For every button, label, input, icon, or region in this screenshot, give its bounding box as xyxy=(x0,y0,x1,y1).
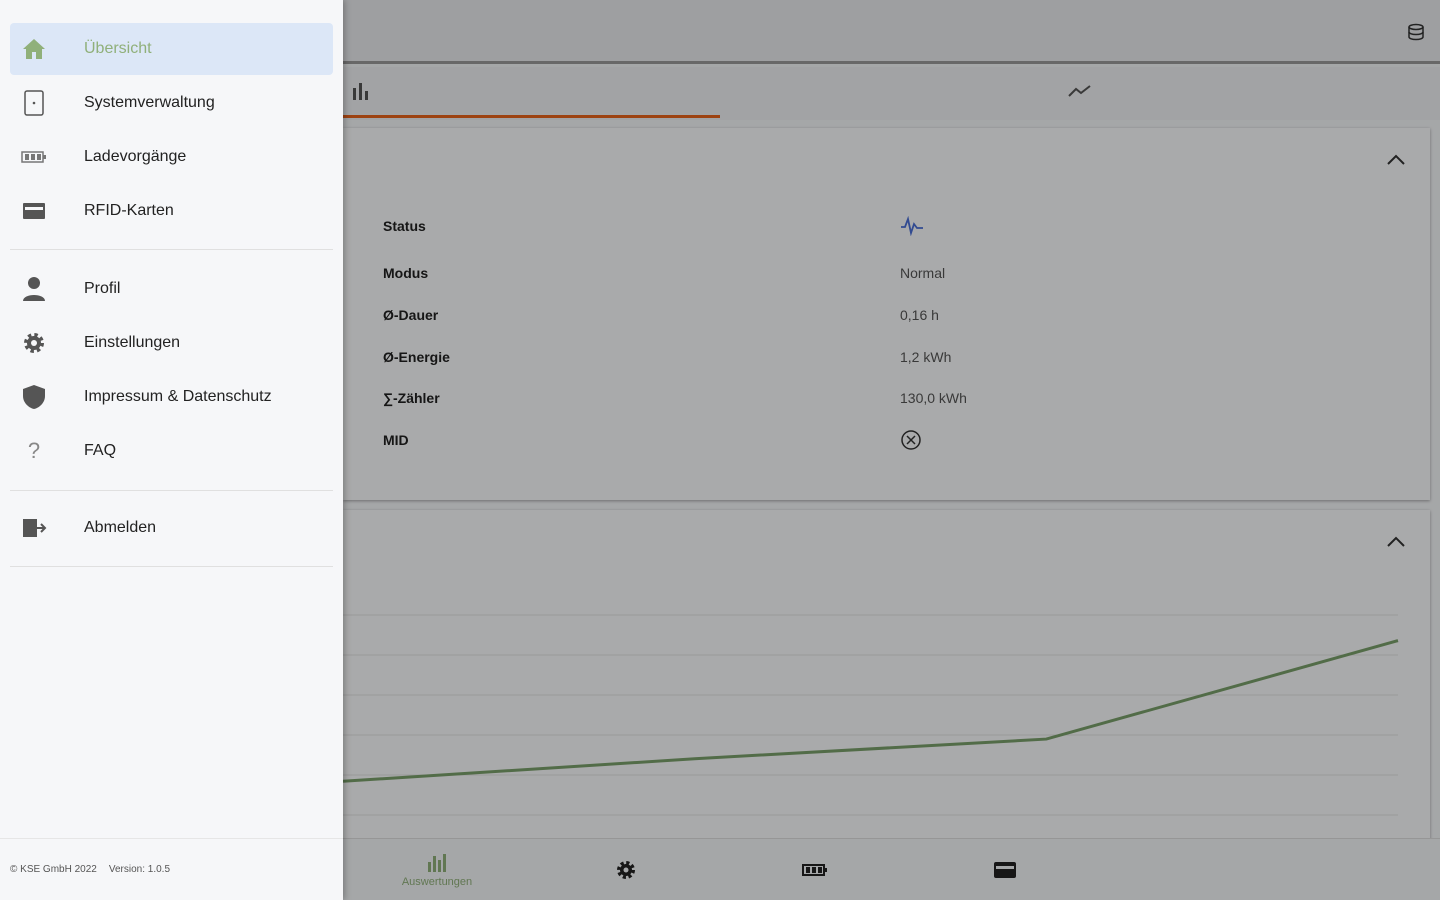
shield-icon xyxy=(10,371,58,423)
nav-item-profile[interactable]: Profil xyxy=(10,263,333,315)
nav-label-rfid: RFID-Karten xyxy=(84,202,174,219)
nav-item-overview[interactable]: Übersicht xyxy=(10,23,333,75)
navigation-drawer: Übersicht Systemverwaltung Ladevorgänge … xyxy=(0,0,343,900)
question-icon: ? xyxy=(27,438,41,463)
nav-item-logout[interactable]: Abmelden xyxy=(10,502,333,554)
nav-label-logout: Abmelden xyxy=(84,519,157,536)
nav-label-charging: Ladevorgänge xyxy=(84,148,187,165)
version-text: Version: 1.0.5 xyxy=(108,864,171,875)
divider xyxy=(10,566,333,567)
gear-icon xyxy=(10,317,58,369)
copyright-text: © KSE GmbH 2022 xyxy=(10,864,97,875)
nav-label-imprint: Impressum & Datenschutz xyxy=(84,388,272,405)
nav-item-system[interactable]: Systemverwaltung xyxy=(10,77,333,129)
nav-item-rfid[interactable]: RFID-Karten xyxy=(10,185,333,237)
nav-item-faq[interactable]: ? FAQ xyxy=(10,425,333,477)
nav-item-settings[interactable]: Einstellungen xyxy=(10,317,333,369)
nav-label-settings: Einstellungen xyxy=(84,334,181,351)
device-icon xyxy=(10,77,58,129)
drawer-footer: © KSE GmbH 2022 Version: 1.0.5 xyxy=(0,838,343,900)
nav-item-charging[interactable]: Ladevorgänge xyxy=(10,131,333,183)
card-icon xyxy=(10,185,58,237)
divider xyxy=(10,249,333,250)
battery-icon xyxy=(10,131,58,183)
logout-icon xyxy=(10,502,58,554)
home-icon xyxy=(10,23,58,75)
divider xyxy=(10,490,333,491)
nav-item-imprint[interactable]: Impressum & Datenschutz xyxy=(10,371,333,423)
nav-label-profile: Profil xyxy=(84,280,121,297)
nav-label-system: Systemverwaltung xyxy=(84,94,215,111)
person-icon xyxy=(10,263,58,315)
nav-label-faq: FAQ xyxy=(84,442,117,459)
nav-label-overview: Übersicht xyxy=(84,40,152,57)
